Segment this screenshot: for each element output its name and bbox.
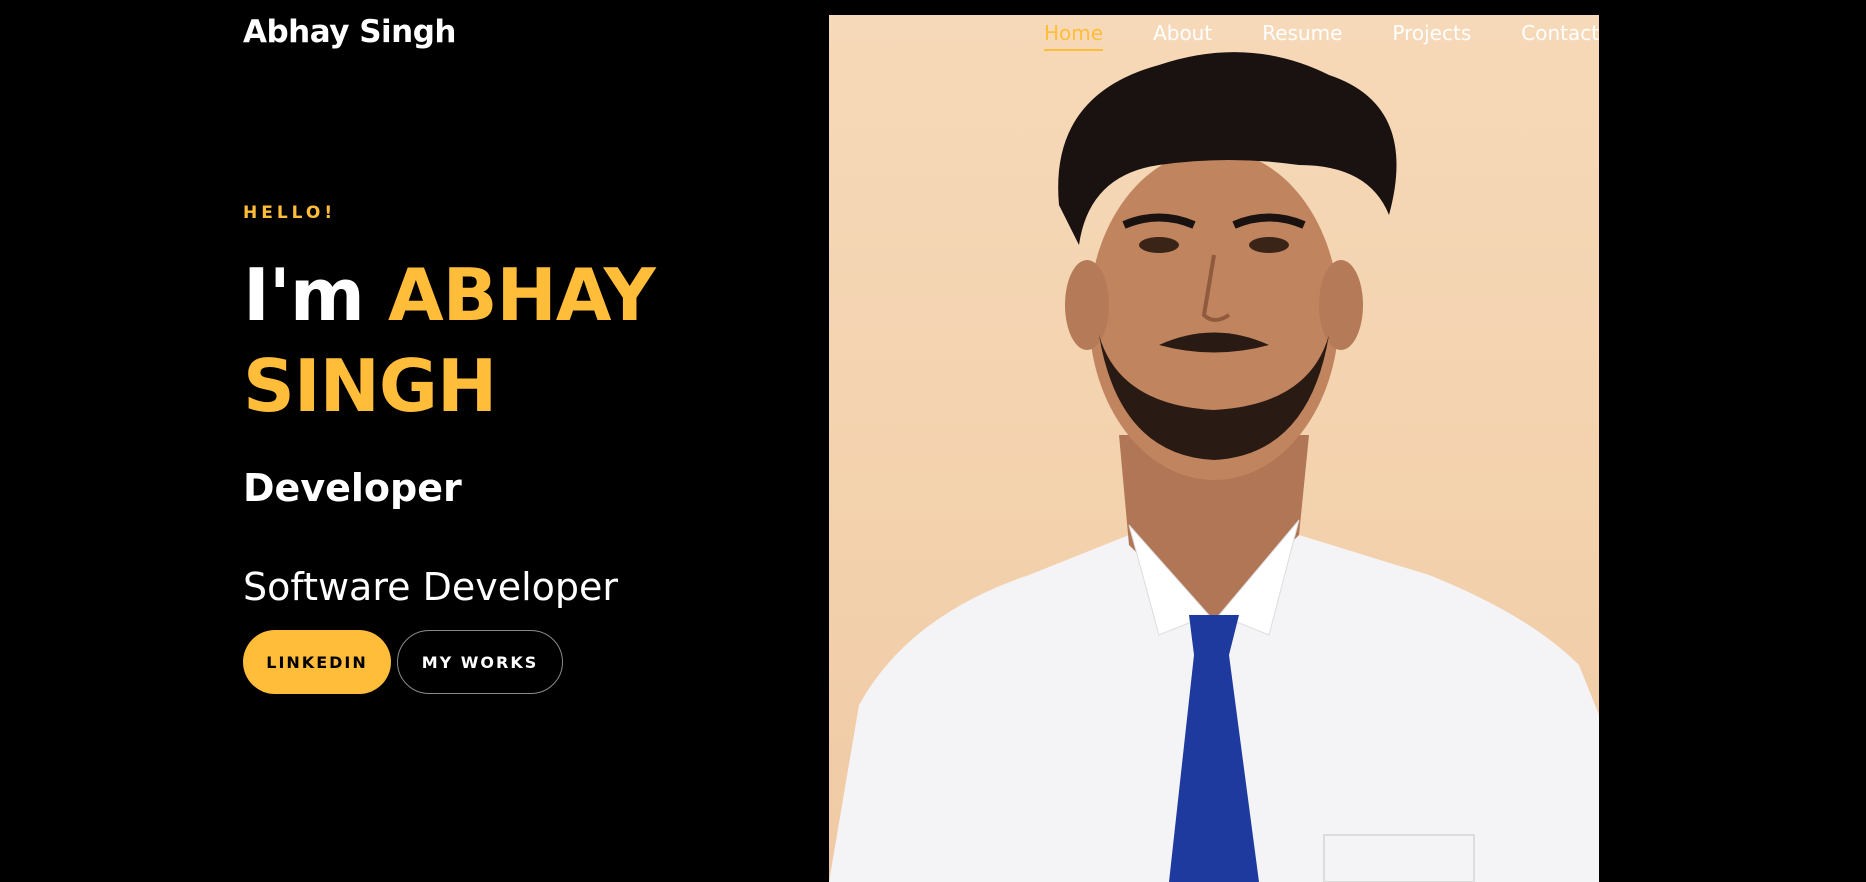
linkedin-button[interactable]: LINKEDIN: [243, 630, 391, 694]
hero-headline: I'm ABHAY SINGH: [243, 250, 703, 432]
profile-photo: [829, 15, 1599, 882]
hero-intro: I'm: [243, 253, 365, 337]
nav-projects[interactable]: Projects: [1392, 21, 1471, 51]
nav-about[interactable]: About: [1153, 21, 1212, 51]
hero-greeting: HELLO!: [243, 203, 337, 223]
hero-subrole: Software Developer: [243, 565, 619, 609]
nav-resume[interactable]: Resume: [1262, 21, 1342, 51]
nav-contact[interactable]: Contact: [1521, 21, 1599, 51]
nav-home[interactable]: Home: [1044, 21, 1104, 51]
brand-logo[interactable]: Abhay Singh: [243, 14, 457, 50]
my-works-button[interactable]: MY WORKS: [397, 630, 563, 694]
portrait-illustration: [829, 52, 1599, 882]
main-nav: Home About Resume Projects Contact: [1044, 21, 1649, 51]
hero-role: Developer: [243, 466, 462, 510]
